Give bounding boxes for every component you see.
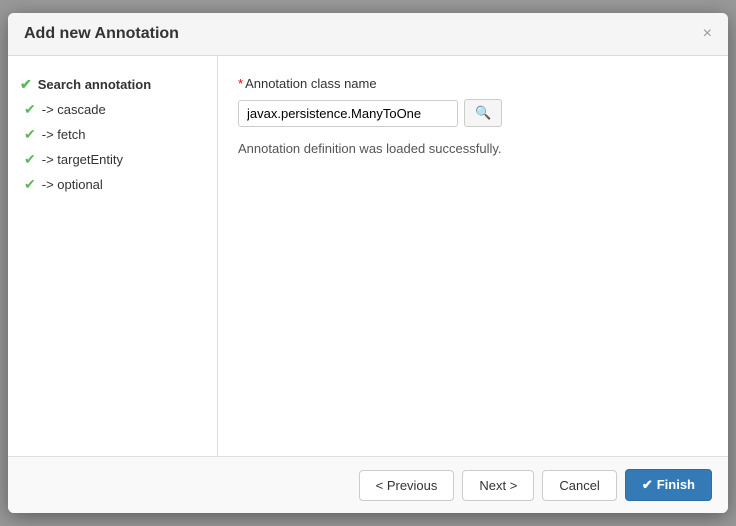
input-row: 🔍 <box>238 99 708 127</box>
sidebar-item-label-cascade: -> cascade <box>42 102 106 117</box>
sidebar-item-label-targetentity: -> targetEntity <box>42 152 123 167</box>
sidebar-item-label-optional: -> optional <box>42 177 103 192</box>
finish-button[interactable]: ✔ Finish <box>625 469 712 501</box>
check-icon-heading: ✔ <box>20 76 32 93</box>
main-content: *Annotation class name 🔍 Annotation defi… <box>218 56 728 456</box>
finish-check-icon: ✔ <box>642 477 653 492</box>
field-label-text: Annotation class name <box>245 76 377 91</box>
next-button[interactable]: Next > <box>462 470 534 501</box>
sidebar: ✔ Search annotation ✔ -> cascade ✔ -> fe… <box>8 56 218 456</box>
cancel-button[interactable]: Cancel <box>542 470 616 501</box>
sidebar-item-cascade: ✔ -> cascade <box>20 97 205 122</box>
dialog: Add new Annotation × ✔ Search annotation… <box>8 13 728 513</box>
sidebar-item-targetentity: ✔ -> targetEntity <box>20 147 205 172</box>
dialog-header: Add new Annotation × <box>8 13 728 56</box>
sidebar-heading-label: Search annotation <box>38 77 151 92</box>
dialog-body: ✔ Search annotation ✔ -> cascade ✔ -> fe… <box>8 56 728 456</box>
check-icon-cascade: ✔ <box>24 101 36 118</box>
success-message: Annotation definition was loaded success… <box>238 141 708 156</box>
check-icon-fetch: ✔ <box>24 126 36 143</box>
dialog-title: Add new Annotation <box>24 25 179 43</box>
sidebar-heading: ✔ Search annotation <box>20 72 205 97</box>
sidebar-item-fetch: ✔ -> fetch <box>20 122 205 147</box>
previous-button[interactable]: < Previous <box>359 470 455 501</box>
finish-label: Finish <box>657 477 695 492</box>
search-icon: 🔍 <box>475 105 491 120</box>
check-icon-targetentity: ✔ <box>24 151 36 168</box>
close-button[interactable]: × <box>703 26 712 42</box>
sidebar-item-label-fetch: -> fetch <box>42 127 86 142</box>
check-icon-optional: ✔ <box>24 176 36 193</box>
dialog-footer: < Previous Next > Cancel ✔ Finish <box>8 456 728 513</box>
field-label: *Annotation class name <box>238 76 708 91</box>
search-button[interactable]: 🔍 <box>464 99 502 127</box>
sidebar-item-optional: ✔ -> optional <box>20 172 205 197</box>
required-marker: * <box>238 76 243 91</box>
annotation-class-input[interactable] <box>238 100 458 127</box>
